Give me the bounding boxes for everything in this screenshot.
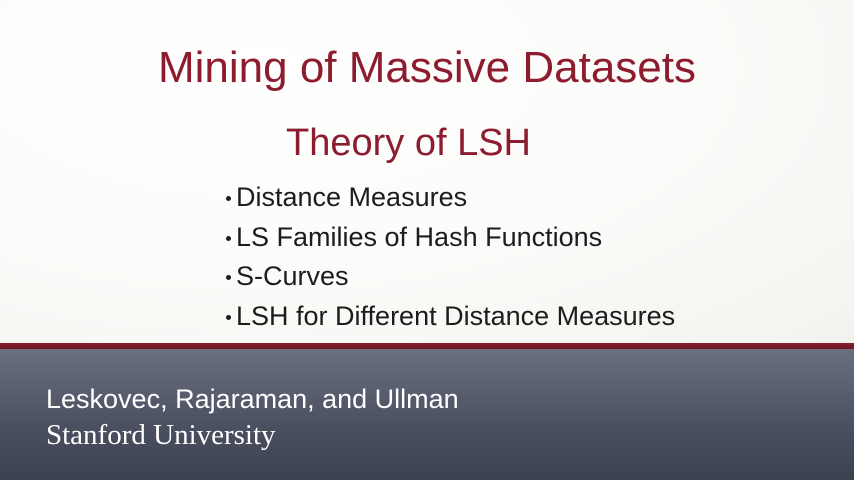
- authors-line: Leskovec, Rajaraman, and Ullman: [46, 384, 459, 414]
- bullet-icon: [226, 275, 231, 281]
- topic-item: LSH for Different Distance Measures: [226, 297, 675, 337]
- topic-item: S-Curves: [226, 257, 675, 297]
- topic-label: Distance Measures: [236, 182, 468, 213]
- bullet-icon: [226, 196, 231, 202]
- topic-label: S-Curves: [236, 261, 349, 292]
- slide-title: Mining of Massive Datasets: [158, 43, 696, 92]
- footer-band: Leskovec, Rajaraman, and Ullman Stanford…: [0, 349, 854, 480]
- topic-label: LSH for Different Distance Measures: [236, 300, 676, 331]
- topic-list: Distance Measures LS Families of Hash Fu…: [226, 178, 675, 336]
- topic-item: LS Families of Hash Functions: [226, 218, 675, 258]
- slide-content-area: Mining of Massive Datasets Theory of LSH…: [0, 0, 854, 343]
- slide-subtitle: Theory of LSH: [286, 122, 531, 164]
- topic-label: LS Families of Hash Functions: [236, 221, 603, 252]
- bullet-icon: [226, 235, 231, 241]
- bullet-icon: [226, 314, 231, 320]
- topic-item: Distance Measures: [226, 178, 675, 218]
- institution-name: Stanford University: [46, 419, 276, 451]
